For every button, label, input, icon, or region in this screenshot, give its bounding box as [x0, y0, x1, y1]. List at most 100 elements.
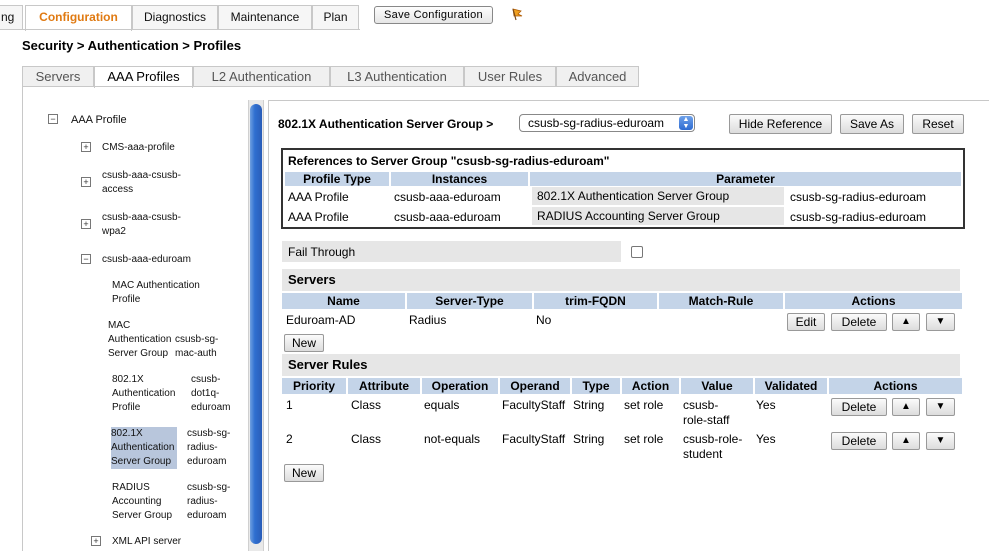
- ref-row-1-param: 802.1X Authentication Server Group: [537, 189, 730, 203]
- servers-header-name: Name: [282, 293, 405, 309]
- rule-2-move-down-button[interactable]: ▼: [926, 432, 955, 450]
- rule-1-value: csusb-role-staff: [683, 398, 730, 427]
- server-row-trim: No: [536, 313, 552, 327]
- ref-row-1-instance[interactable]: csusb-aaa-eduroam: [394, 190, 501, 205]
- tree-scrollbar-thumb[interactable]: [250, 104, 262, 544]
- tab-l2-authentication[interactable]: L2 Authentication: [193, 66, 330, 87]
- pending-changes-icon[interactable]: [510, 7, 524, 21]
- ref-header-instances: Instances: [391, 172, 528, 186]
- tree-item-csusb-aaa-csusb-access[interactable]: csusb-aaa-csusb-access: [102, 169, 192, 197]
- tab-aaa-profiles[interactable]: AAA Profiles: [94, 66, 193, 88]
- server-new-button[interactable]: New: [284, 334, 324, 352]
- rule-2-delete-button[interactable]: Delete: [831, 432, 887, 450]
- rule-1-operand: FacultyStaff: [502, 398, 566, 412]
- rule-1-move-up-button[interactable]: ▲: [892, 398, 920, 416]
- ref-row-2-instance[interactable]: csusb-aaa-eduroam: [394, 210, 501, 225]
- tree-item-mac-auth-server-group-value[interactable]: csusb-sg-mac-auth: [175, 333, 235, 361]
- fail-through-checkbox[interactable]: [631, 246, 643, 258]
- ref-header-parameter: Parameter: [530, 172, 961, 186]
- breadcrumb: Security > Authentication > Profiles: [22, 38, 242, 53]
- rule-2-operation: not-equals: [424, 432, 481, 446]
- rules-header-action: Action: [622, 378, 679, 394]
- servers-header-server-type: Server-Type: [407, 293, 532, 309]
- rules-header-value: Value: [681, 378, 753, 394]
- rule-2-validated: Yes: [756, 432, 776, 446]
- tab-advanced[interactable]: Advanced: [556, 66, 639, 87]
- rules-header-validated: Validated: [755, 378, 827, 394]
- ref-row-2-type: AAA Profile: [288, 210, 349, 224]
- tree-item-dot1x-auth-profile-value[interactable]: csusb-dot1q-eduroam: [191, 373, 235, 415]
- collapse-icon[interactable]: −: [48, 114, 58, 124]
- server-group-select-value: csusb-sg-radius-eduroam: [528, 116, 665, 130]
- server-group-select[interactable]: csusb-sg-radius-eduroam ▲ ▼: [519, 114, 695, 132]
- select-arrows-icon: ▲ ▼: [679, 116, 693, 130]
- tree-item-mac-auth-profile[interactable]: MAC Authentication Profile: [112, 279, 212, 307]
- tree-item-csusb-aaa-csusb-wpa2[interactable]: csusb-aaa-csusb-wpa2: [102, 211, 187, 239]
- rules-header-operation: Operation: [422, 378, 498, 394]
- panel-title: 802.1X Authentication Server Group >: [278, 117, 494, 131]
- tree-root-aaa-profile[interactable]: AAA Profile: [71, 113, 127, 127]
- tree-item-cms-aaa-profile[interactable]: CMS-aaa-profile: [102, 141, 175, 155]
- expand-icon[interactable]: +: [91, 536, 101, 546]
- rule-1-attribute: Class: [351, 398, 382, 412]
- server-rules-section-title: Server Rules: [282, 354, 960, 376]
- servers-header-trim-fqdn: trim-FQDN: [534, 293, 657, 309]
- rule-1-action: set role: [624, 398, 664, 412]
- server-delete-button[interactable]: Delete: [831, 313, 887, 331]
- collapse-icon[interactable]: −: [81, 254, 91, 264]
- rule-2-type: String: [573, 432, 605, 446]
- rule-1-priority: 1: [286, 398, 293, 412]
- rules-header-priority: Priority: [282, 378, 346, 394]
- server-move-down-button[interactable]: ▼: [926, 313, 955, 331]
- server-row-type: Radius: [409, 313, 447, 327]
- tree-item-xml-api-server[interactable]: XML API server: [112, 535, 181, 549]
- ref-row-2-value: csusb-sg-radius-eduroam: [790, 210, 927, 224]
- server-move-up-button[interactable]: ▲: [892, 313, 920, 331]
- rule-new-button[interactable]: New: [284, 464, 324, 482]
- rule-1-validated: Yes: [756, 398, 776, 412]
- tree-item-dot1x-auth-profile[interactable]: 802.1X Authentication Profile: [112, 373, 180, 415]
- servers-header-match-rule: Match-Rule: [659, 293, 783, 309]
- ref-row-2-param: RADIUS Accounting Server Group: [537, 209, 720, 223]
- tree-item-radius-accounting-server-group-value[interactable]: csusb-sg-radius-eduroam: [187, 481, 237, 523]
- tree-item-mac-auth-server-group[interactable]: MAC Authentication Server Group: [108, 319, 176, 361]
- expand-icon[interactable]: +: [81, 142, 91, 152]
- top-nav: ng Configuration Diagnostics Maintenance…: [0, 0, 989, 31]
- tab-underline: [0, 29, 360, 30]
- rules-header-attribute: Attribute: [348, 378, 420, 394]
- tab-plan[interactable]: Plan: [312, 5, 359, 30]
- tab-diagnostics[interactable]: Diagnostics: [132, 5, 218, 30]
- tab-partial[interactable]: ng: [0, 5, 23, 30]
- tree-item-dot1x-auth-server-group-value[interactable]: csusb-sg-radius-eduroam: [187, 427, 237, 469]
- tree-item-dot1x-auth-server-group[interactable]: 802.1X Authentication Server Group: [111, 427, 177, 469]
- ref-row-1-type: AAA Profile: [288, 190, 349, 204]
- expand-icon[interactable]: +: [81, 219, 91, 229]
- tab-configuration[interactable]: Configuration: [25, 5, 132, 31]
- save-configuration-button[interactable]: Save Configuration: [374, 6, 493, 24]
- tab-user-rules[interactable]: User Rules: [464, 66, 556, 87]
- rule-2-move-up-button[interactable]: ▲: [892, 432, 920, 450]
- rule-2-action: set role: [624, 432, 664, 446]
- reset-button[interactable]: Reset: [912, 114, 964, 134]
- rules-header-actions: Actions: [829, 378, 962, 394]
- rule-1-move-down-button[interactable]: ▼: [926, 398, 955, 416]
- rules-header-operand: Operand: [500, 378, 570, 394]
- rule-1-operation: equals: [424, 398, 460, 412]
- ref-header-profile-type: Profile Type: [285, 172, 389, 186]
- references-title: References to Server Group "csusb-sg-rad…: [288, 154, 610, 168]
- server-edit-button[interactable]: Edit: [787, 313, 825, 331]
- servers-header-actions: Actions: [785, 293, 962, 309]
- rules-header-type: Type: [572, 378, 620, 394]
- tab-maintenance[interactable]: Maintenance: [218, 5, 312, 30]
- save-as-button[interactable]: Save As: [840, 114, 904, 134]
- rule-2-attribute: Class: [351, 432, 382, 446]
- tree-item-radius-accounting-server-group[interactable]: RADIUS Accounting Server Group: [112, 481, 178, 523]
- tab-l3-authentication[interactable]: L3 Authentication: [330, 66, 464, 87]
- servers-section-title: Servers: [282, 269, 960, 291]
- tree-item-csusb-aaa-eduroam[interactable]: csusb-aaa-eduroam: [102, 253, 191, 267]
- rule-2-operand: FacultyStaff: [502, 432, 566, 446]
- expand-icon[interactable]: +: [81, 177, 91, 187]
- tab-servers[interactable]: Servers: [22, 66, 94, 87]
- hide-reference-button[interactable]: Hide Reference: [729, 114, 832, 134]
- rule-1-delete-button[interactable]: Delete: [831, 398, 887, 416]
